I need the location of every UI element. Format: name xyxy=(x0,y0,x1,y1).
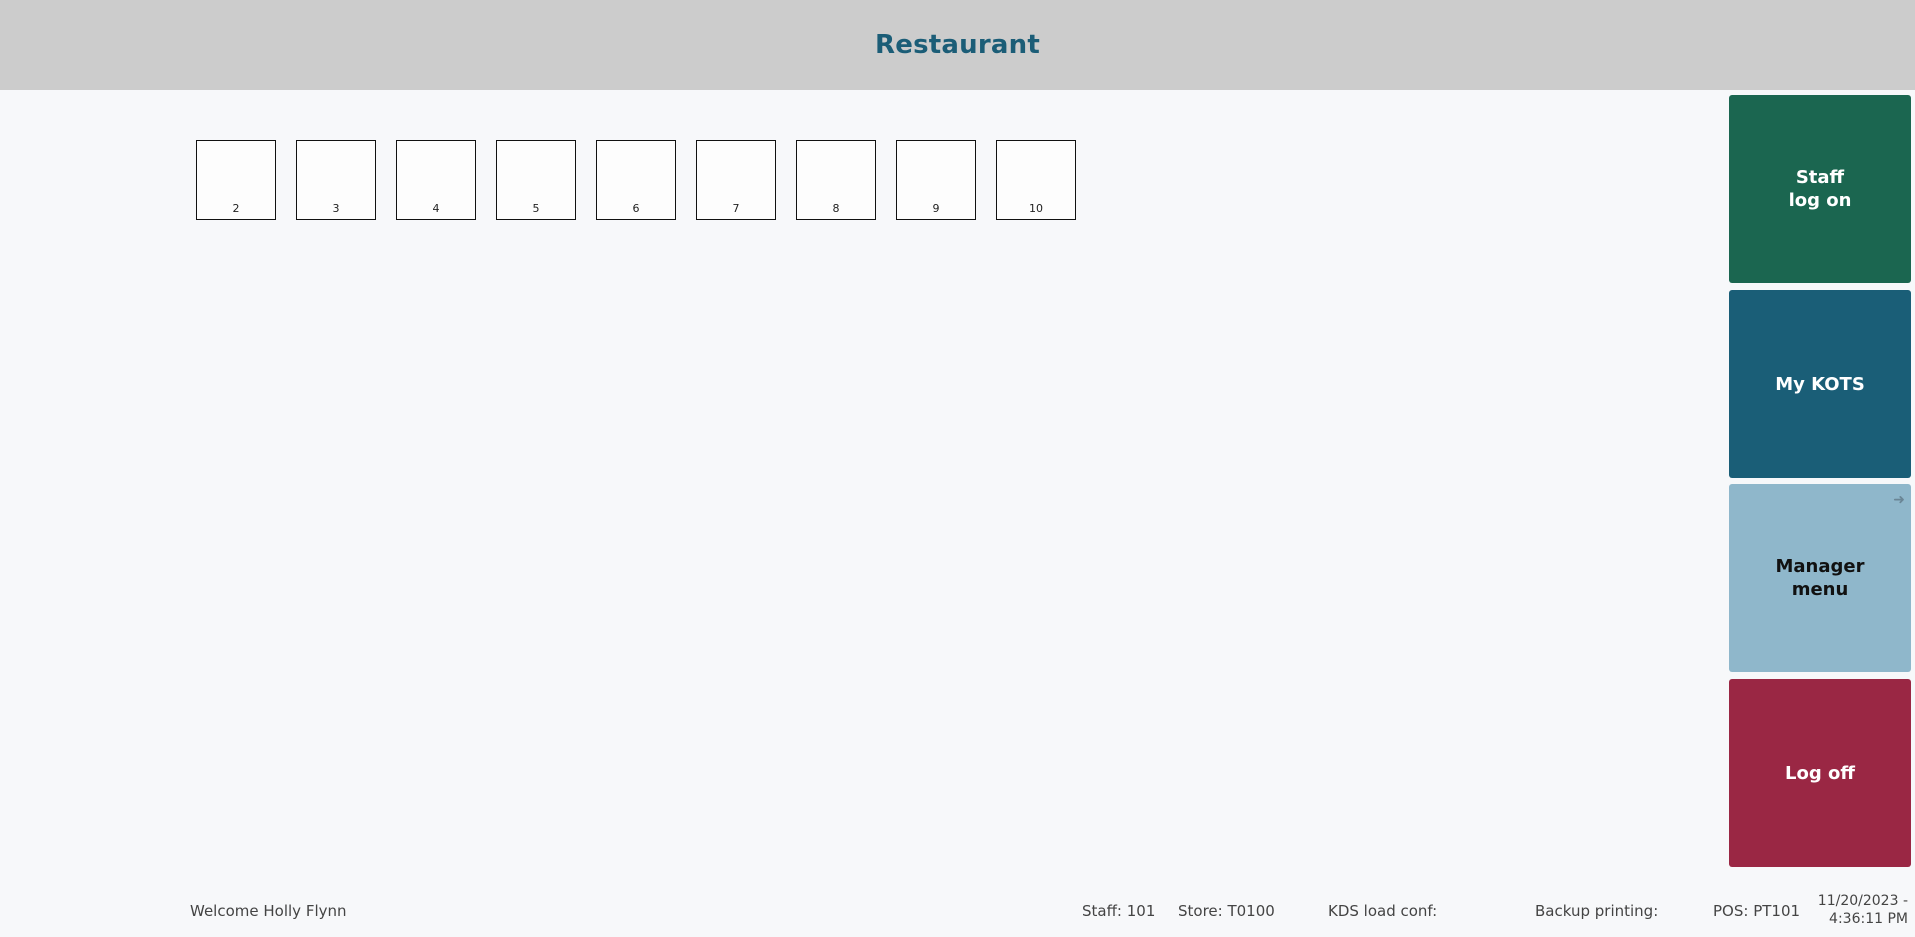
table-tile[interactable]: 7 xyxy=(696,140,776,220)
my-kots-label: My KOTS xyxy=(1775,373,1865,395)
table-tile[interactable]: 6 xyxy=(596,140,676,220)
manager-menu-button[interactable]: ➜ Manager menu xyxy=(1729,484,1911,672)
manager-menu-label: Manager menu xyxy=(1775,556,1865,600)
pos-status: POS: PT101 xyxy=(1713,902,1801,920)
table-tile[interactable]: 9 xyxy=(896,140,976,220)
table-number: 4 xyxy=(432,202,440,215)
log-off-label: Log off xyxy=(1785,762,1855,784)
staff-log-on-label: Staff log on xyxy=(1788,167,1852,211)
table-number: 5 xyxy=(532,202,540,215)
table-tile[interactable]: 8 xyxy=(796,140,876,220)
store-status: Store: T0100 xyxy=(1178,902,1275,920)
date-time: 11/20/2023 - 4:36:11 PM xyxy=(1808,892,1908,928)
table-tile[interactable]: 4 xyxy=(396,140,476,220)
log-off-button[interactable]: Log off xyxy=(1729,679,1911,867)
kds-load-status: KDS load conf: xyxy=(1328,902,1438,920)
header-bar: Restaurant xyxy=(0,0,1915,90)
welcome-text: Welcome Holly Flynn xyxy=(190,902,347,920)
table-number: 6 xyxy=(632,202,640,215)
my-kots-button[interactable]: My KOTS xyxy=(1729,290,1911,478)
table-number: 10 xyxy=(1029,202,1043,215)
table-tile[interactable]: 10 xyxy=(996,140,1076,220)
time-text: 4:36:11 PM xyxy=(1829,911,1908,927)
staff-status: Staff: 101 xyxy=(1082,902,1156,920)
table-tile[interactable]: 2 xyxy=(196,140,276,220)
page-title: Restaurant xyxy=(875,30,1040,60)
table-number: 7 xyxy=(732,202,740,215)
table-number: 3 xyxy=(332,202,340,215)
table-tile[interactable]: 5 xyxy=(496,140,576,220)
table-tile[interactable]: 3 xyxy=(296,140,376,220)
backup-printing-status: Backup printing: xyxy=(1535,902,1659,920)
date-text: 11/20/2023 - xyxy=(1817,893,1908,909)
table-number: 8 xyxy=(832,202,840,215)
table-number: 2 xyxy=(232,202,240,215)
arrow-right-icon: ➜ xyxy=(1893,492,1905,508)
table-number: 9 xyxy=(932,202,940,215)
staff-log-on-button[interactable]: Staff log on xyxy=(1729,95,1911,283)
